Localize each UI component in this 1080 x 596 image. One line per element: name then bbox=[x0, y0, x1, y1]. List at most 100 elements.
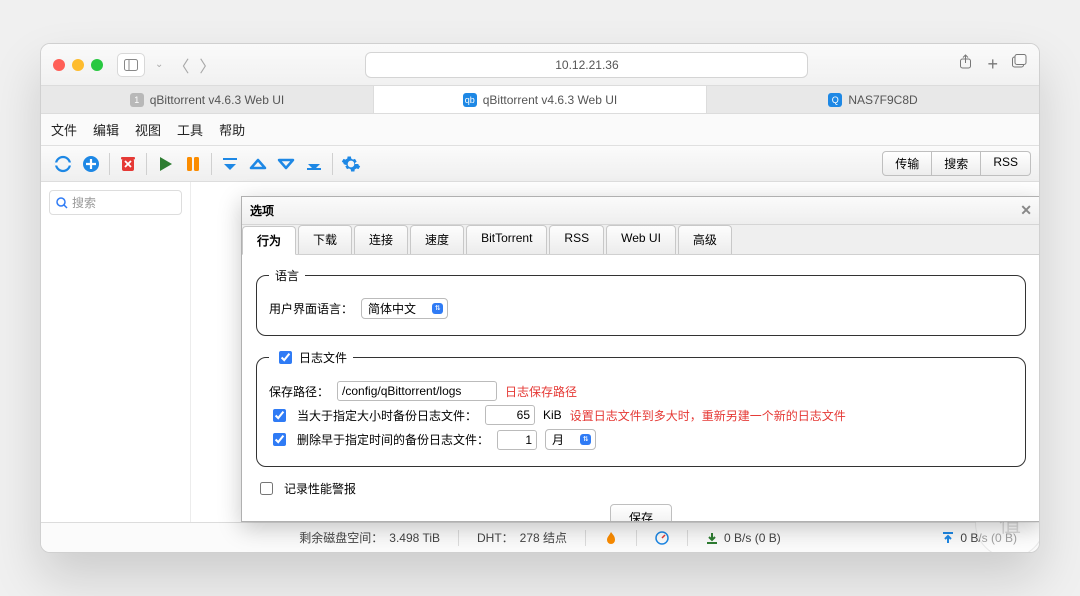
dialog-tabs: 行为 下载 连接 速度 BitTorrent RSS Web UI 高级 bbox=[242, 225, 1040, 255]
browser-tabs: 1 qBittorrent v4.6.3 Web UI qb qBittorre… bbox=[41, 86, 1039, 114]
app-toolbar: 传输 搜索 RSS bbox=[41, 146, 1039, 182]
disk-value: 3.498 TiB bbox=[389, 531, 440, 545]
menu-view[interactable]: 视图 bbox=[135, 120, 161, 139]
menu-tools[interactable]: 工具 bbox=[177, 120, 203, 139]
safari-toolbar: ⌄ 〈 〉 10.12.21.36 + bbox=[41, 44, 1039, 86]
save-button[interactable]: 保存 bbox=[610, 504, 672, 521]
app-menubar: 文件 编辑 视图 工具 帮助 bbox=[41, 114, 1039, 146]
log-path-label: 保存路径： bbox=[269, 383, 329, 400]
language-value: 简体中文 bbox=[368, 300, 416, 317]
tab-connection[interactable]: 连接 bbox=[354, 225, 408, 254]
fieldset-logs: 日志文件 保存路径： 日志保存路径 当大于指定大小时备份日志文件： KiB 设置… bbox=[256, 348, 1026, 467]
language-select[interactable]: 简体中文 ⇅ bbox=[361, 298, 448, 319]
minimize-window-icon[interactable] bbox=[72, 59, 84, 71]
search-placeholder: 搜索 bbox=[72, 194, 96, 211]
options-dialog: 选项 ✕ 行为 下载 连接 速度 BitTorrent RSS Web UI 高… bbox=[241, 196, 1040, 522]
annotation-path: 日志保存路径 bbox=[505, 383, 577, 400]
move-top-button[interactable] bbox=[216, 151, 244, 177]
logs-enable-checkbox[interactable] bbox=[279, 351, 292, 364]
legend-logs-text: 日志文件 bbox=[299, 349, 347, 366]
log-path-input[interactable] bbox=[337, 381, 497, 401]
pause-button[interactable] bbox=[179, 151, 207, 177]
move-bottom-button[interactable] bbox=[300, 151, 328, 177]
view-pills: 传输 搜索 RSS bbox=[882, 151, 1031, 176]
tab-webui[interactable]: Web UI bbox=[606, 225, 676, 254]
move-down-button[interactable] bbox=[272, 151, 300, 177]
backup-size-checkbox[interactable] bbox=[273, 409, 286, 422]
tab-speed[interactable]: 速度 bbox=[410, 225, 464, 254]
tab-bittorrent[interactable]: BitTorrent bbox=[466, 225, 547, 254]
sidebar-toggle-button[interactable] bbox=[117, 53, 145, 77]
chevron-down-icon: ⇅ bbox=[580, 434, 591, 445]
upload-icon bbox=[942, 532, 954, 544]
menu-help[interactable]: 帮助 bbox=[219, 120, 245, 139]
maximize-window-icon[interactable] bbox=[91, 59, 103, 71]
delete-old-value-input[interactable] bbox=[497, 430, 537, 450]
browser-tab-1[interactable]: qb qBittorrent v4.6.3 Web UI bbox=[374, 86, 707, 113]
statusbar: 剩余磁盘空间： 3.498 TiB DHT： 278 结点 0 B/s (0 B… bbox=[41, 522, 1039, 552]
dialog-title: 选项 bbox=[250, 202, 274, 219]
pill-search[interactable]: 搜索 bbox=[932, 151, 981, 176]
add-link-button[interactable] bbox=[49, 151, 77, 177]
window-controls bbox=[53, 59, 103, 71]
dht-label: DHT： bbox=[477, 529, 514, 546]
safari-right-controls: + bbox=[958, 54, 1027, 75]
tab-label: qBittorrent v4.6.3 Web UI bbox=[150, 93, 285, 107]
menu-edit[interactable]: 编辑 bbox=[93, 120, 119, 139]
qbittorrent-icon: qb bbox=[463, 93, 477, 107]
close-icon[interactable]: ✕ bbox=[1020, 202, 1032, 219]
chevron-down-icon: ⇅ bbox=[432, 303, 443, 314]
delete-old-checkbox[interactable] bbox=[273, 433, 286, 446]
tab-advanced[interactable]: 高级 bbox=[678, 225, 732, 254]
pill-rss[interactable]: RSS bbox=[981, 151, 1031, 176]
tab-behavior[interactable]: 行为 bbox=[242, 226, 296, 255]
pill-transfer[interactable]: 传输 bbox=[882, 151, 932, 176]
new-tab-icon[interactable]: + bbox=[987, 54, 998, 75]
tab-rss[interactable]: RSS bbox=[549, 225, 604, 254]
dialog-titlebar[interactable]: 选项 ✕ bbox=[242, 197, 1040, 225]
delete-old-unit: 月 bbox=[552, 431, 564, 448]
search-icon bbox=[56, 197, 68, 209]
forward-button[interactable]: 〉 bbox=[199, 53, 215, 77]
back-button[interactable]: 〈 bbox=[173, 53, 189, 77]
browser-tab-0[interactable]: 1 qBittorrent v4.6.3 Web UI bbox=[41, 86, 374, 113]
disk-label: 剩余磁盘空间： bbox=[299, 529, 383, 546]
tab-label: qBittorrent v4.6.3 Web UI bbox=[483, 93, 618, 107]
tab-downloads[interactable]: 下载 bbox=[298, 225, 352, 254]
menu-file[interactable]: 文件 bbox=[51, 120, 77, 139]
tab-badge-icon: 1 bbox=[130, 93, 144, 107]
address-bar[interactable]: 10.12.21.36 bbox=[365, 52, 808, 78]
dialog-body: 语言 用户界面语言： 简体中文 ⇅ 日志文件 保存路径： 日志保 bbox=[242, 255, 1040, 521]
perf-warn-checkbox[interactable] bbox=[260, 482, 273, 495]
fieldset-language: 语言 用户界面语言： 简体中文 ⇅ bbox=[256, 267, 1026, 336]
legend-language: 语言 bbox=[269, 267, 305, 284]
nav-buttons: 〈 〉 bbox=[173, 53, 215, 77]
chevron-down-icon[interactable]: ⌄ bbox=[155, 59, 163, 70]
close-window-icon[interactable] bbox=[53, 59, 65, 71]
left-pane: 搜索 bbox=[41, 182, 191, 522]
nas-icon: Q bbox=[828, 93, 842, 107]
address-text: 10.12.21.36 bbox=[555, 58, 618, 72]
delete-button[interactable] bbox=[114, 151, 142, 177]
backup-size-unit: KiB bbox=[543, 408, 562, 422]
backup-size-input[interactable] bbox=[485, 405, 535, 425]
tabs-overview-icon[interactable] bbox=[1012, 54, 1027, 75]
delete-old-label: 删除早于指定时间的备份日志文件： bbox=[297, 431, 489, 448]
perf-warn-label: 记录性能警报 bbox=[284, 480, 356, 497]
flame-icon[interactable] bbox=[604, 531, 618, 545]
safari-window: ⌄ 〈 〉 10.12.21.36 + 1 qBittorrent v4.6.3… bbox=[40, 43, 1040, 553]
move-up-button[interactable] bbox=[244, 151, 272, 177]
start-button[interactable] bbox=[151, 151, 179, 177]
browser-tab-2[interactable]: Q NAS7F9C8D bbox=[707, 86, 1039, 113]
legend-logs: 日志文件 bbox=[269, 348, 353, 367]
down-speed: 0 B/s (0 B) bbox=[724, 531, 781, 545]
dht-value: 278 结点 bbox=[520, 529, 567, 546]
settings-button[interactable] bbox=[337, 151, 365, 177]
add-torrent-button[interactable] bbox=[77, 151, 105, 177]
speedometer-icon[interactable] bbox=[655, 531, 669, 545]
search-input[interactable]: 搜索 bbox=[49, 190, 182, 215]
annotation-size: 设置日志文件到多大时，重新另建一个新的日志文件 bbox=[570, 407, 846, 424]
share-icon[interactable] bbox=[958, 54, 973, 75]
delete-old-unit-select[interactable]: 月 ⇅ bbox=[545, 429, 596, 450]
download-icon bbox=[706, 532, 718, 544]
